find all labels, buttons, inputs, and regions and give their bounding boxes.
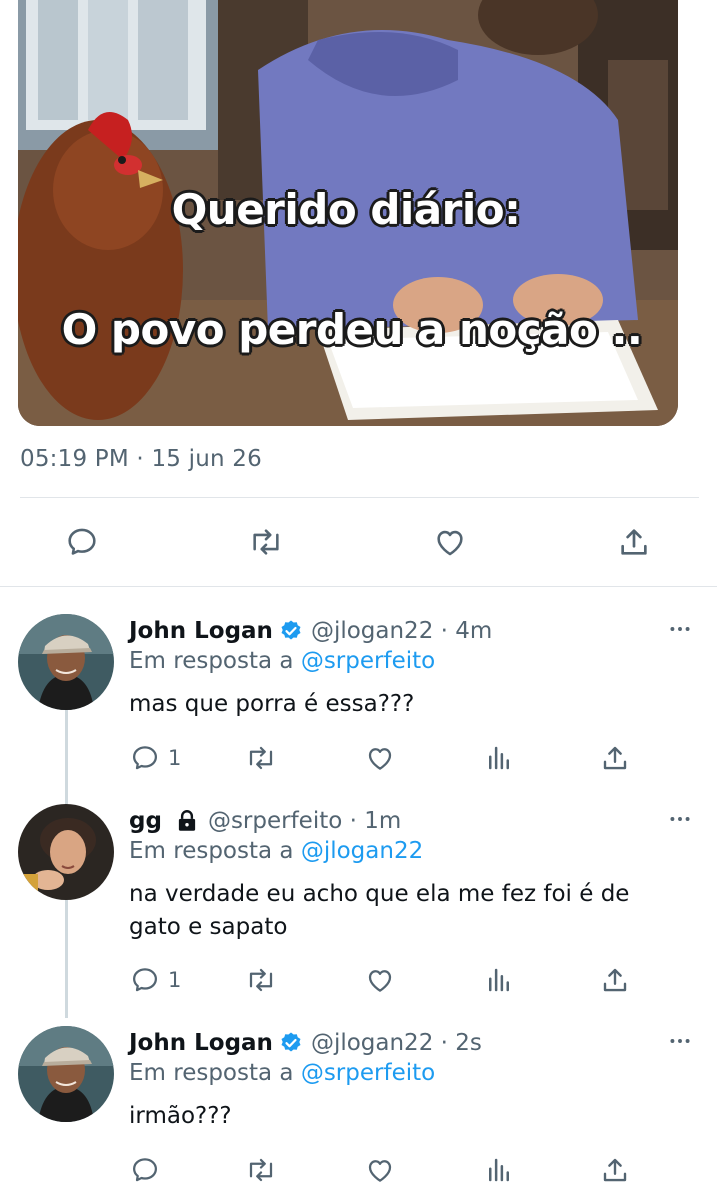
verified-badge-icon: [279, 619, 303, 643]
more-icon: [670, 1039, 690, 1043]
analytics-icon: [489, 746, 509, 770]
avatar-image: [18, 1026, 114, 1122]
share-button[interactable]: [612, 520, 656, 564]
more-options-button[interactable]: [667, 806, 693, 837]
reply-to-prefix: Em resposta a: [129, 1060, 294, 1086]
lock-icon: [174, 808, 200, 834]
reply-header: gg @srperfeito · 1m: [129, 804, 401, 838]
share-icon: [621, 529, 647, 555]
reply-icon: [133, 968, 157, 992]
like-button[interactable]: [364, 960, 396, 1000]
tweet-media-image[interactable]: Querido diário: O povo perdeu a noção ..: [18, 0, 678, 426]
display-name[interactable]: John Logan: [129, 618, 273, 644]
tweet-action-bar: [0, 520, 717, 566]
avatar[interactable]: [18, 804, 114, 900]
heart-icon: [437, 530, 463, 556]
retweet-icon: [253, 529, 279, 555]
reply-button[interactable]: [130, 1150, 168, 1190]
reply-context: Em resposta a @srperfeito: [129, 1060, 435, 1086]
more-icon: [670, 817, 690, 821]
retweet-button[interactable]: [244, 960, 278, 1000]
analytics-icon: [489, 1158, 509, 1182]
avatar-image: [18, 614, 114, 710]
retweet-icon: [249, 746, 273, 770]
heart-icon: [368, 748, 392, 770]
more-options-button[interactable]: [667, 616, 693, 647]
reply-text: irmão???: [129, 1103, 232, 1129]
display-name[interactable]: John Logan: [129, 1030, 273, 1056]
handle-and-time[interactable]: @srperfeito · 1m: [208, 808, 401, 834]
reply-header: John Logan @jlogan22 · 2s: [129, 1026, 482, 1060]
reply-button[interactable]: 1: [130, 960, 181, 1000]
meme-caption-line2: O povo perdeu a noção ..: [61, 305, 643, 354]
like-button[interactable]: [364, 738, 396, 778]
reply-text: mas que porra é essa???: [129, 691, 415, 717]
retweet-button[interactable]: [244, 738, 278, 778]
divider: [20, 497, 699, 498]
reply-to-mention[interactable]: @srperfeito: [301, 1060, 435, 1086]
reply-count: 1: [168, 746, 182, 770]
reply-header: John Logan @jlogan22 · 4m: [129, 614, 492, 648]
retweet-button[interactable]: [244, 520, 288, 564]
retweet-button[interactable]: [244, 1150, 278, 1190]
divider: [0, 586, 717, 587]
reply-to-prefix: Em resposta a: [129, 648, 294, 674]
share-button[interactable]: [600, 1150, 630, 1190]
avatar-image: [18, 804, 114, 900]
avatar[interactable]: [18, 614, 114, 710]
reply-text: na verdade eu acho que ela me fez foi é …: [129, 881, 630, 940]
share-button[interactable]: [600, 738, 630, 778]
reply-button[interactable]: [60, 520, 104, 564]
reply-count: 1: [168, 968, 182, 992]
more-icon: [670, 627, 690, 631]
share-icon: [603, 746, 627, 770]
views-button[interactable]: [484, 960, 514, 1000]
like-button[interactable]: [428, 520, 472, 564]
reply-context: Em resposta a @srperfeito: [129, 648, 435, 674]
share-icon: [603, 968, 627, 992]
handle-and-time[interactable]: @jlogan22 · 2s: [311, 1030, 482, 1056]
reply-icon: [68, 528, 96, 555]
reply-icon: [133, 1158, 157, 1182]
more-options-button[interactable]: [667, 1028, 693, 1059]
verified-badge-icon: [279, 1031, 303, 1055]
retweet-icon: [249, 968, 273, 992]
share-button[interactable]: [600, 960, 630, 1000]
reply-context: Em resposta a @jlogan22: [129, 838, 423, 864]
reply-to-mention[interactable]: @jlogan22: [301, 838, 423, 864]
reply-action-bar: [0, 1150, 717, 1190]
like-button[interactable]: [364, 1150, 396, 1190]
analytics-icon: [489, 968, 509, 992]
reply-icon: [133, 746, 157, 770]
reply-button[interactable]: 1: [130, 738, 181, 778]
reply-to-mention[interactable]: @srperfeito: [301, 648, 435, 674]
views-button[interactable]: [484, 738, 514, 778]
heart-icon: [368, 1160, 392, 1182]
share-icon: [603, 1158, 627, 1182]
views-button[interactable]: [484, 1150, 514, 1190]
meme-caption-line1: Querido diário:: [171, 185, 521, 234]
reply-action-bar: 1: [0, 738, 717, 778]
handle-and-time[interactable]: @jlogan22 · 4m: [311, 618, 492, 644]
reply-to-prefix: Em resposta a: [129, 838, 294, 864]
retweet-icon: [249, 1158, 273, 1182]
tweet-timestamp[interactable]: 05:19 PM · 15 jun 26: [20, 446, 262, 472]
heart-icon: [368, 970, 392, 992]
reply-action-bar: 1: [0, 960, 717, 1000]
display-name[interactable]: gg: [129, 808, 162, 834]
avatar[interactable]: [18, 1026, 114, 1122]
